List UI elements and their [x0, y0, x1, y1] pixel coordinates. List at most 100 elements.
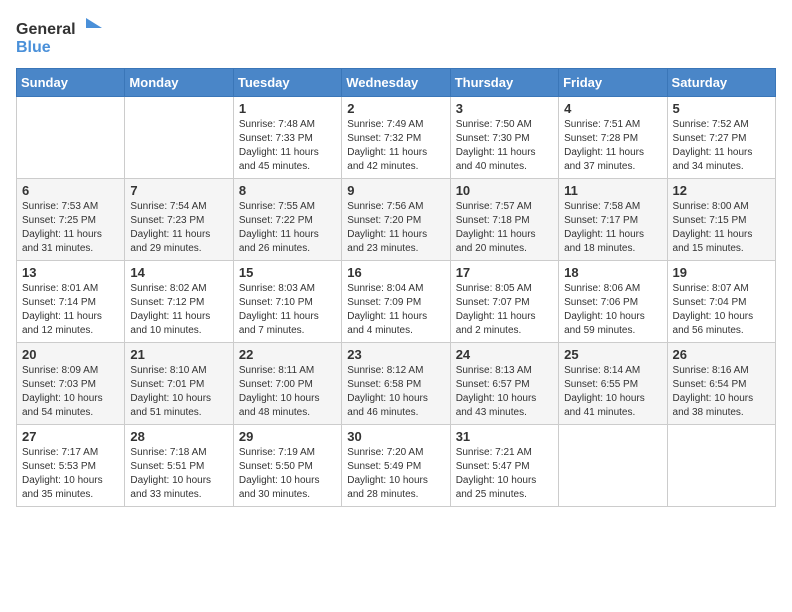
calendar-cell [125, 97, 233, 179]
day-info: Sunrise: 8:09 AMSunset: 7:03 PMDaylight:… [22, 365, 103, 418]
day-info: Sunrise: 8:03 AMSunset: 7:10 PMDaylight:… [239, 283, 319, 336]
logo: GeneralBlue [16, 16, 106, 56]
day-info: Sunrise: 8:06 AMSunset: 7:06 PMDaylight:… [564, 283, 645, 336]
day-info: Sunrise: 8:07 AMSunset: 7:04 PMDaylight:… [673, 283, 754, 336]
calendar-cell: 19 Sunrise: 8:07 AMSunset: 7:04 PMDayligh… [667, 261, 775, 343]
day-number: 28 [130, 429, 227, 444]
day-number: 18 [564, 265, 661, 280]
svg-text:Blue: Blue [16, 39, 51, 56]
calendar-cell: 13 Sunrise: 8:01 AMSunset: 7:14 PMDayligh… [17, 261, 125, 343]
day-info: Sunrise: 8:10 AMSunset: 7:01 PMDaylight:… [130, 365, 211, 418]
day-info: Sunrise: 7:17 AMSunset: 5:53 PMDaylight:… [22, 447, 103, 500]
svg-text:General: General [16, 21, 76, 38]
weekday-header-sunday: Sunday [17, 69, 125, 97]
weekday-header-friday: Friday [559, 69, 667, 97]
calendar-cell: 29 Sunrise: 7:19 AMSunset: 5:50 PMDayligh… [233, 425, 341, 507]
day-number: 15 [239, 265, 336, 280]
day-info: Sunrise: 8:16 AMSunset: 6:54 PMDaylight:… [673, 365, 754, 418]
day-number: 19 [673, 265, 770, 280]
calendar-table: SundayMondayTuesdayWednesdayThursdayFrid… [16, 68, 776, 507]
day-number: 23 [347, 347, 444, 362]
day-number: 30 [347, 429, 444, 444]
calendar-cell: 18 Sunrise: 8:06 AMSunset: 7:06 PMDayligh… [559, 261, 667, 343]
weekday-header-tuesday: Tuesday [233, 69, 341, 97]
day-info: Sunrise: 7:53 AMSunset: 7:25 PMDaylight:… [22, 201, 102, 254]
calendar-cell: 24Sunrise: 8:13 AMSunset: 6:57 PMDayligh… [450, 343, 558, 425]
day-info: Sunrise: 7:49 AMSunset: 7:32 PMDaylight:… [347, 119, 427, 172]
day-info: Sunrise: 7:20 AMSunset: 5:49 PMDaylight:… [347, 447, 428, 500]
calendar-cell [17, 97, 125, 179]
day-number: 21 [130, 347, 227, 362]
day-info: Sunrise: 8:05 AMSunset: 7:07 PMDaylight:… [456, 283, 536, 336]
logo-svg: GeneralBlue [16, 16, 106, 56]
day-number: 8 [239, 183, 336, 198]
week-row-4: 20 Sunrise: 8:09 AMSunset: 7:03 PMDayligh… [17, 343, 776, 425]
day-info: Sunrise: 7:56 AMSunset: 7:20 PMDaylight:… [347, 201, 427, 254]
week-row-5: 27Sunrise: 7:17 AMSunset: 5:53 PMDayligh… [17, 425, 776, 507]
weekday-header-wednesday: Wednesday [342, 69, 450, 97]
calendar-cell: 23 Sunrise: 8:12 AMSunset: 6:58 PMDayligh… [342, 343, 450, 425]
calendar-cell [559, 425, 667, 507]
day-number: 10 [456, 183, 553, 198]
calendar-cell: 30 Sunrise: 7:20 AMSunset: 5:49 PMDayligh… [342, 425, 450, 507]
day-number: 4 [564, 101, 661, 116]
day-number: 17 [456, 265, 553, 280]
day-info: Sunrise: 8:13 AMSunset: 6:57 PMDaylight:… [456, 365, 537, 418]
day-info: Sunrise: 7:48 AMSunset: 7:33 PMDaylight:… [239, 119, 319, 172]
day-number: 14 [130, 265, 227, 280]
day-info: Sunrise: 7:50 AMSunset: 7:30 PMDaylight:… [456, 119, 536, 172]
day-number: 16 [347, 265, 444, 280]
day-info: Sunrise: 8:04 AMSunset: 7:09 PMDaylight:… [347, 283, 427, 336]
calendar-cell: 22 Sunrise: 8:11 AMSunset: 7:00 PMDayligh… [233, 343, 341, 425]
day-info: Sunrise: 8:01 AMSunset: 7:14 PMDaylight:… [22, 283, 102, 336]
calendar-cell: 26Sunrise: 8:16 AMSunset: 6:54 PMDayligh… [667, 343, 775, 425]
calendar-cell: 1 Sunrise: 7:48 AMSunset: 7:33 PMDaylight… [233, 97, 341, 179]
weekday-header-thursday: Thursday [450, 69, 558, 97]
calendar-cell: 17 Sunrise: 8:05 AMSunset: 7:07 PMDayligh… [450, 261, 558, 343]
weekday-header-row: SundayMondayTuesdayWednesdayThursdayFrid… [17, 69, 776, 97]
day-number: 13 [22, 265, 119, 280]
calendar-cell: 21 Sunrise: 8:10 AMSunset: 7:01 PMDayligh… [125, 343, 233, 425]
day-info: Sunrise: 7:18 AMSunset: 5:51 PMDaylight:… [130, 447, 211, 500]
day-number: 3 [456, 101, 553, 116]
day-info: Sunrise: 7:51 AMSunset: 7:28 PMDaylight:… [564, 119, 644, 172]
day-info: Sunrise: 8:11 AMSunset: 7:00 PMDaylight:… [239, 365, 320, 418]
day-info: Sunrise: 7:21 AMSunset: 5:47 PMDaylight:… [456, 447, 537, 500]
day-info: Sunrise: 8:00 AMSunset: 7:15 PMDaylight:… [673, 201, 753, 254]
calendar-cell: 10Sunrise: 7:57 AMSunset: 7:18 PMDayligh… [450, 179, 558, 261]
day-number: 20 [22, 347, 119, 362]
calendar-cell: 6 Sunrise: 7:53 AMSunset: 7:25 PMDaylight… [17, 179, 125, 261]
calendar-cell: 3 Sunrise: 7:50 AMSunset: 7:30 PMDaylight… [450, 97, 558, 179]
calendar-cell: 2 Sunrise: 7:49 AMSunset: 7:32 PMDaylight… [342, 97, 450, 179]
calendar-cell: 9 Sunrise: 7:56 AMSunset: 7:20 PMDaylight… [342, 179, 450, 261]
day-number: 12 [673, 183, 770, 198]
day-number: 6 [22, 183, 119, 198]
calendar-cell: 25Sunrise: 8:14 AMSunset: 6:55 PMDayligh… [559, 343, 667, 425]
day-info: Sunrise: 7:58 AMSunset: 7:17 PMDaylight:… [564, 201, 644, 254]
day-number: 5 [673, 101, 770, 116]
weekday-header-monday: Monday [125, 69, 233, 97]
calendar-cell: 28 Sunrise: 7:18 AMSunset: 5:51 PMDayligh… [125, 425, 233, 507]
day-number: 9 [347, 183, 444, 198]
day-number: 1 [239, 101, 336, 116]
day-info: Sunrise: 7:54 AMSunset: 7:23 PMDaylight:… [130, 201, 210, 254]
day-number: 2 [347, 101, 444, 116]
day-number: 31 [456, 429, 553, 444]
calendar-cell: 7 Sunrise: 7:54 AMSunset: 7:23 PMDaylight… [125, 179, 233, 261]
calendar-cell: 14 Sunrise: 8:02 AMSunset: 7:12 PMDayligh… [125, 261, 233, 343]
day-number: 7 [130, 183, 227, 198]
day-info: Sunrise: 7:19 AMSunset: 5:50 PMDaylight:… [239, 447, 320, 500]
day-info: Sunrise: 8:02 AMSunset: 7:12 PMDaylight:… [130, 283, 210, 336]
page-header: GeneralBlue [16, 16, 776, 56]
calendar-cell: 20 Sunrise: 8:09 AMSunset: 7:03 PMDayligh… [17, 343, 125, 425]
day-number: 22 [239, 347, 336, 362]
day-info: Sunrise: 7:55 AMSunset: 7:22 PMDaylight:… [239, 201, 319, 254]
calendar-cell: 4 Sunrise: 7:51 AMSunset: 7:28 PMDaylight… [559, 97, 667, 179]
calendar-cell: 31 Sunrise: 7:21 AMSunset: 5:47 PMDayligh… [450, 425, 558, 507]
day-number: 25 [564, 347, 661, 362]
day-number: 29 [239, 429, 336, 444]
day-info: Sunrise: 8:12 AMSunset: 6:58 PMDaylight:… [347, 365, 428, 418]
week-row-2: 6 Sunrise: 7:53 AMSunset: 7:25 PMDaylight… [17, 179, 776, 261]
calendar-cell: 27Sunrise: 7:17 AMSunset: 5:53 PMDayligh… [17, 425, 125, 507]
day-number: 11 [564, 183, 661, 198]
